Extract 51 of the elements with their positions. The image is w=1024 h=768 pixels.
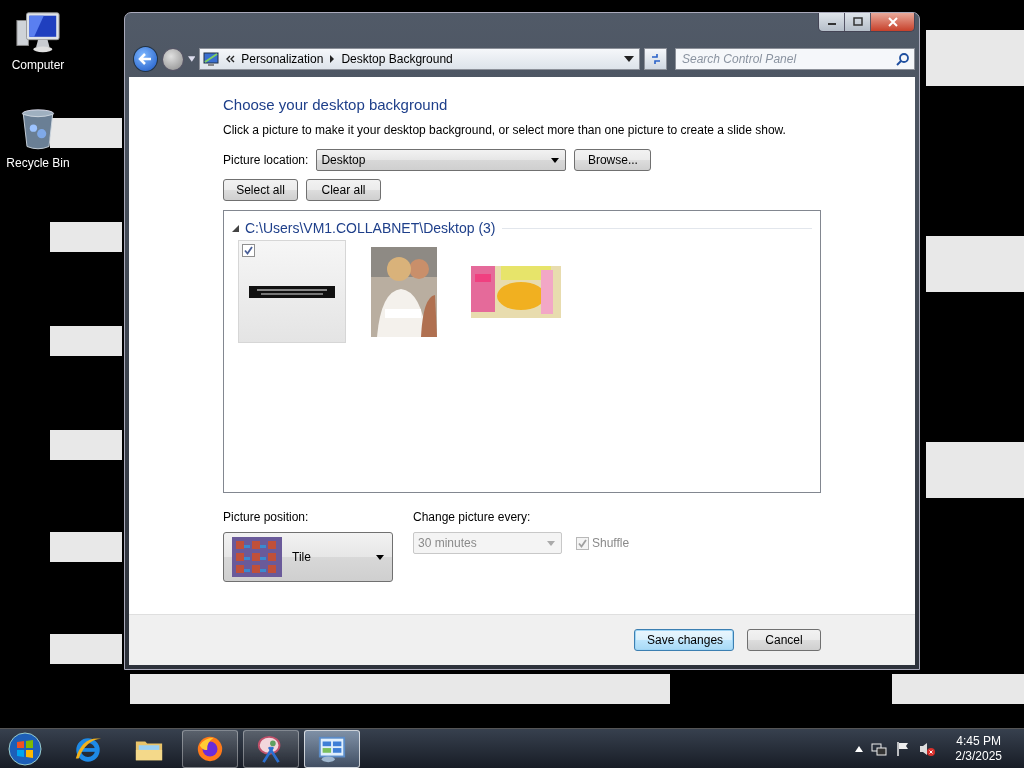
- picture-tile[interactable]: [238, 240, 346, 343]
- select-button[interactable]: Select all: [223, 179, 298, 201]
- clock[interactable]: 4:45 PM 2/3/2025: [955, 733, 1002, 764]
- picture-location-dropdown[interactable]: Desktop: [316, 149, 567, 171]
- taskbar-button[interactable]: [182, 729, 238, 768]
- back-button[interactable]: [133, 46, 158, 72]
- tile-pattern-icon: [232, 537, 282, 577]
- description-text: Click a picture to make it your desktop background, or select more than one picture to create a slide show.: [223, 123, 787, 137]
- breadcrumb-item[interactable]: Personalization: [241, 52, 324, 66]
- select-button[interactable]: Clear all: [306, 179, 381, 201]
- folder-path[interactable]: C:\Users\VM1.COLLABNET\Desktop (3): [245, 220, 496, 236]
- field-label: Picture position:: [223, 510, 310, 524]
- collapse-triangle-icon[interactable]: [232, 224, 239, 232]
- field-label: Picture location:: [223, 153, 309, 167]
- caret-icon: [551, 157, 560, 163]
- cancel-button[interactable]: Cancel: [747, 629, 821, 651]
- chevron-right-icon[interactable]: [329, 55, 336, 63]
- clock-time: 4:45 PM: [956, 733, 1001, 749]
- save-button[interactable]: Save changes: [634, 629, 734, 651]
- checkbox[interactable]: [242, 244, 255, 257]
- close-icon: [886, 17, 899, 27]
- forward-button[interactable]: [161, 47, 184, 71]
- breadcrumb-item[interactable]: Desktop Background: [341, 52, 453, 66]
- volume-muted-icon[interactable]: [919, 740, 936, 757]
- address-bar[interactable]: Personalization Desktop Background: [199, 48, 641, 70]
- browse-button[interactable]: Browse...: [574, 149, 652, 171]
- search-field[interactable]: Search Control Panel: [675, 48, 915, 70]
- maximize-button[interactable]: [845, 13, 871, 31]
- minimize-button[interactable]: [819, 13, 845, 31]
- desktop-icon-label[interactable]: Computer: [11, 58, 65, 72]
- arrow-left-icon: [138, 53, 153, 65]
- clock-date: 2/3/2025: [955, 748, 1002, 764]
- show-hidden-icons-icon[interactable]: [855, 745, 864, 752]
- caret-icon: [547, 540, 555, 546]
- taskbar-button[interactable]: [304, 729, 360, 768]
- computer-icon: [15, 10, 61, 54]
- maximize-icon: [851, 17, 864, 27]
- checkbox-label: Shuffle: [592, 536, 630, 550]
- desktop-icon-label[interactable]: Recycle Bin: [6, 156, 70, 170]
- dropdown-arrow-icon[interactable]: [624, 56, 635, 62]
- network-icon[interactable]: [871, 740, 888, 757]
- field-label: Change picture every:: [413, 510, 532, 524]
- close-button[interactable]: [871, 13, 914, 31]
- taskbar-button[interactable]: [243, 729, 299, 768]
- refresh-button[interactable]: [644, 48, 667, 70]
- monitor-icon: [203, 51, 220, 67]
- caret-icon: [376, 554, 384, 560]
- picture-position-dropdown[interactable]: Tile: [223, 532, 393, 582]
- search-icon[interactable]: [896, 52, 910, 66]
- double-chevron-icon[interactable]: [225, 55, 236, 63]
- page-heading: Choose your desktop background: [223, 96, 449, 113]
